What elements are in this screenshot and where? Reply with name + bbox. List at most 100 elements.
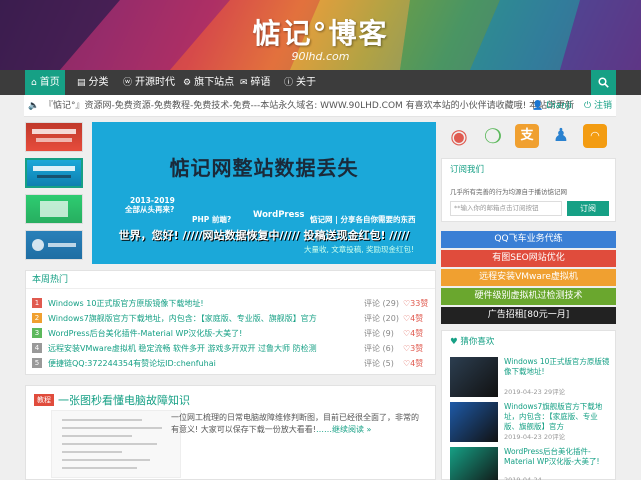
hot-row-likes: ♡33赞 [403, 299, 429, 308]
nav-opensource[interactable]: ⓦ 开源时代 [123, 70, 175, 95]
search-button[interactable] [591, 70, 616, 95]
guess-item[interactable]: Windows7旗舰版官方下载地址，内包含：【家庭版、专业版、旗舰版】官方 201… [450, 402, 610, 446]
qq-icon[interactable]: ♟ [549, 124, 573, 148]
site-header: 惦记°博客 90lhd.com [0, 0, 641, 70]
hot-panel: 本周热门 1 Windows 10正式版官方原版镜像下载地址! 评论 (29) ♡33… [25, 270, 436, 375]
wechat-icon[interactable]: ❍ [481, 124, 505, 148]
nav-murmur-label: 碎语 [250, 77, 271, 88]
ad-link[interactable]: 硬件级别虚拟机过检测技术 [441, 288, 616, 305]
site-logo-title[interactable]: 惦记°博客 [0, 12, 641, 52]
hot-rank-badge: 3 [32, 328, 42, 338]
social-icons: ◉ ❍ 支 ♟ ◠ [441, 122, 616, 152]
guess-item-comments: 29评论 [543, 388, 566, 396]
hot-row-likes: ♡3赞 [403, 344, 424, 353]
ad-link[interactable]: 广告招租[80元一月] [441, 307, 616, 324]
ad-link[interactable]: QQ飞车业务代练 [441, 231, 616, 248]
slider-headline: 惦记网整站数据丢失 [169, 156, 359, 180]
chat-icon: ✉ [240, 78, 248, 88]
hot-row-comments: 评论 (9) [364, 329, 394, 338]
post-tag[interactable]: 教程 [34, 394, 54, 406]
ad-link[interactable]: 远程安装VMware虚拟机 [441, 269, 616, 286]
alipay-icon[interactable]: 支 [515, 124, 539, 148]
thumb-line [62, 435, 132, 437]
announcement-bar: 🔈 『惦记°』资源网-免费资源-免费教程-免费技术-免费---本站永久域名: W… [24, 95, 616, 117]
subscribe-email-input[interactable]: **输入你的邮箱点击订阅按钮 [450, 201, 562, 216]
main-nav: ⌂ 首页 ▤ 分类 ⓦ 开源时代 ⚙ 旗下站点 ✉ 碎语 ⓘ 关于 [0, 70, 641, 95]
guess-title: ♥ 猜你喜欢 [450, 337, 495, 347]
hot-row-title[interactable]: 便捷链QQ:372244354有赞论坛ID:chenfuhai [48, 357, 363, 371]
guess-item-meta: 2019-04-23 20评论 [504, 431, 565, 441]
hot-row[interactable]: 4 远程安装VMware虚拟机 稳定流畅 软件多开 游戏多开双开 过鲁大师 防检测… [32, 342, 427, 356]
guess-item-comments: 20评论 [543, 433, 566, 441]
nav-home[interactable]: ⌂ 首页 [25, 70, 65, 95]
hot-row-likes: ♡4赞 [403, 329, 424, 338]
ad-link[interactable]: 有图SEO网站优化 [441, 250, 616, 267]
slider-tag-php: PHP 前端? [192, 215, 232, 224]
read-more-link[interactable]: ……继续阅读 » [316, 425, 371, 434]
guess-item-title[interactable]: Windows7旗舰版官方下载地址，内包含：【家庭版、专业版、旗舰版】官方 [504, 402, 612, 432]
hot-row-comments: 评论 (5) [364, 359, 394, 368]
weibo-icon[interactable]: ◉ [447, 124, 471, 148]
hot-rank-badge: 4 [32, 343, 42, 353]
post-thumbnail[interactable] [51, 410, 181, 478]
guess-item-title[interactable]: Windows 10正式版官方原版镜像下载地址! [504, 357, 612, 377]
nav-murmur[interactable]: ✉ 碎语 [240, 70, 271, 95]
site-logo-domain: 90lhd.com [291, 50, 350, 63]
post-excerpt: 一位网工梳理的日常电脑故障维修判断图，目前已经很全面了，非常的有意义! 大家可以… [171, 412, 426, 436]
thumb-line [62, 419, 142, 421]
post-excerpt-text: 一位网工梳理的日常电脑故障维修判断图，目前已经很全面了，非常的有意义! 大家可以… [171, 413, 419, 434]
slider-thumb-2[interactable] [25, 158, 83, 188]
thumb-line [62, 427, 162, 429]
slider-thumb-4[interactable] [25, 230, 83, 260]
hot-rank-badge: 2 [32, 313, 42, 323]
hot-row-title[interactable]: 远程安装VMware虚拟机 稳定流畅 软件多开 游戏多开双开 过鲁大师 防检测 [48, 342, 363, 356]
nav-opensource-label: 开源时代 [135, 77, 176, 88]
thumb-graphic [32, 239, 76, 251]
hot-row[interactable]: 2 Windows7旗舰版官方下载地址，内包含：【家庭版、专业版、旗舰版】官方 评论… [32, 312, 427, 326]
guess-item[interactable]: WordPress后台美化插件-Material WP汉化版-大美了! 2019-… [450, 447, 610, 480]
guess-title-label: 猜你喜欢 [460, 337, 495, 347]
home-icon: ⌂ [31, 78, 37, 88]
thumb-line [62, 443, 157, 445]
category-icon: ▤ [77, 78, 86, 88]
hot-rank-badge: 1 [32, 298, 42, 308]
featured-slider[interactable]: 惦记网整站数据丢失 2013-2019 全部从头再来? PHP 前端? Word… [92, 122, 436, 264]
guess-thumbnail[interactable] [450, 357, 498, 397]
hot-row-comments: 评论 (20) [364, 314, 399, 323]
nav-home-label: 首页 [39, 77, 60, 88]
guess-item-meta: 2019-04-24 [504, 476, 542, 480]
slider-sub: 大量收, 文章投稿, 奖励现金红包! [304, 245, 415, 254]
slider-thumb-3[interactable] [25, 194, 83, 224]
post-title[interactable]: 一张图秒看懂电脑故障知识 [58, 392, 190, 408]
guess-item-title[interactable]: WordPress后台美化插件-Material WP汉化版-大美了! [504, 447, 612, 467]
hot-row-title[interactable]: WordPress后台美化插件-Material WP汉化版-大美了! [48, 327, 363, 341]
thumb-line [62, 467, 137, 469]
hot-row[interactable]: 1 Windows 10正式版官方原版镜像下载地址! 评论 (29) ♡33赞 [32, 297, 429, 311]
hot-row-comments: 评论 (29) [364, 299, 399, 308]
guess-item[interactable]: Windows 10正式版官方原版镜像下载地址! 2019-04-23 29评论 [450, 357, 610, 401]
announcement-text: 『惦记°』资源网-免费资源-免费教程-免费技术-免费---本站永久域名: WWW… [44, 101, 574, 111]
guess-item-meta: 2019-04-23 29评论 [504, 386, 565, 396]
nav-category[interactable]: ▤ 分类 [77, 70, 109, 95]
slider-thumb-1[interactable] [25, 122, 83, 152]
subscribe-button[interactable]: 订阅 [567, 201, 609, 216]
hot-row[interactable]: 3 WordPress后台美化插件-Material WP汉化版-大美了! 评论 (… [32, 327, 427, 341]
speaker-icon: 🔈 [28, 101, 40, 111]
guess-thumbnail[interactable] [450, 447, 498, 480]
nav-about-label: 关于 [296, 77, 317, 88]
nav-about[interactable]: ⓘ 关于 [284, 70, 316, 95]
hot-row-title[interactable]: Windows 10正式版官方原版镜像下载地址! [48, 297, 363, 311]
slider-tag-wp: WordPress [253, 210, 305, 220]
thumb-line [62, 459, 150, 461]
hot-row-title[interactable]: Windows7旗舰版官方下载地址，内包含：【家庭版、专业版、旗舰版】官方 [48, 312, 363, 326]
gear-icon: ⚙ [183, 78, 192, 88]
guess-item-date: 2019-04-24 [504, 476, 542, 480]
rss-icon[interactable]: ◠ [583, 124, 607, 148]
user-link[interactable]: 👤 DianJi [532, 95, 572, 117]
nav-category-label: 分类 [88, 77, 109, 88]
logout-link[interactable]: ⏻ 注销 [584, 95, 612, 117]
nav-sites[interactable]: ⚙ 旗下站点 [183, 70, 234, 95]
hot-row[interactable]: 5 便捷链QQ:372244354有赞论坛ID:chenfuhai 评论 (5) ♡4… [32, 357, 427, 371]
guess-thumbnail[interactable] [450, 402, 498, 442]
subscribe-desc: 几乎所有完善的行为均源自于播访惦记网 [450, 188, 567, 196]
